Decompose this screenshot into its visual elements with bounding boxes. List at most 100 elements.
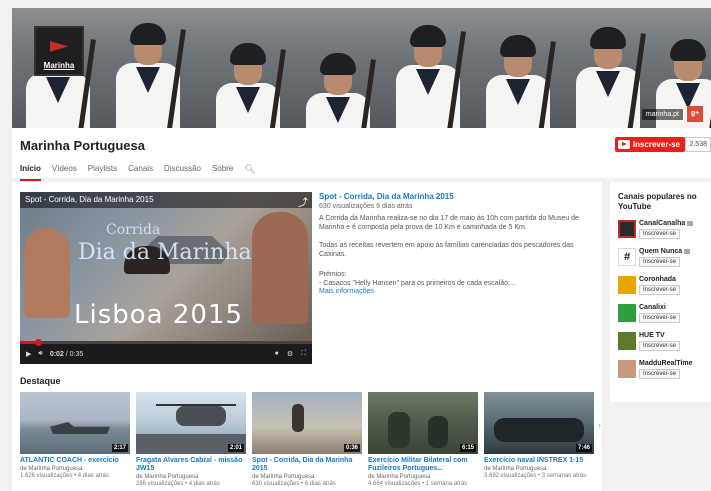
duration-badge: 0:36 — [343, 444, 360, 452]
video-thumbnail[interactable]: 6:15 — [368, 392, 478, 454]
tab-inicio[interactable]: Início — [20, 164, 41, 181]
video-card-meta: 630 visualizações • 6 dias atrás — [252, 481, 336, 487]
video-meta: 630 visualizações 6 dias atrás — [319, 203, 413, 210]
video-card-channel[interactable]: de Marinha Portuguesa — [484, 466, 594, 472]
video-description: Todas as receitas revertem em apoio às f… — [319, 242, 574, 258]
google-plus-icon[interactable]: g+ — [687, 106, 703, 122]
tab-videos[interactable]: Vídeos — [52, 164, 77, 179]
tab-discussao[interactable]: Discussão — [164, 164, 201, 179]
video-card-title[interactable]: ATLANTIC COACH - exercício — [20, 457, 130, 465]
channel-avatar[interactable] — [618, 220, 636, 238]
channel-title[interactable]: Marinha Portuguesa — [20, 138, 145, 153]
subscribe-label: Inscrever-se — [632, 140, 680, 149]
channel-name[interactable]: MadduRealTime — [639, 360, 693, 367]
banner-figure — [392, 25, 466, 128]
subscriber-count: 2.538 — [685, 137, 711, 152]
channel-name[interactable]: Coronhada — [639, 276, 676, 283]
channel-subscribe-button[interactable]: Inscrever-se — [639, 341, 681, 351]
channel-avatar[interactable] — [618, 360, 636, 378]
verified-icon — [684, 248, 691, 254]
video-overlay-text: Dia da Marinha — [78, 240, 252, 265]
video-card-title[interactable]: Fragata Alvares Cabral - missão JW15 — [136, 457, 246, 473]
video-thumbnail[interactable]: 2:01 — [136, 392, 246, 454]
subscribe-button[interactable]: Inscrever-se — [614, 137, 685, 152]
player-controls: ▶ 🔊︎ 0:02 / 0:35 ● ⚙ ⛶ — [20, 339, 312, 364]
video-card[interactable]: 2:17 ATLANTIC COACH - exercício de Marin… — [20, 392, 130, 487]
video-thumbnail[interactable]: 2:17 — [20, 392, 130, 454]
tab-playlists[interactable]: Playlists — [88, 164, 117, 179]
video-title-link[interactable]: Spot - Corrida, Dia da Marinha 2015 — [319, 192, 595, 201]
video-card-channel[interactable]: de Marinha Portuguesa — [368, 474, 478, 480]
video-info: Spot - Corrida, Dia da Marinha 2015 630 … — [319, 192, 595, 295]
video-thumbnail[interactable]: 7:46 — [484, 392, 594, 454]
video-card[interactable]: 6:15 Exercício Militar Bilateral com Fuz… — [368, 392, 478, 487]
channel-header: Marinha Portuguesa Inscrever-se 2.538 In… — [12, 128, 711, 181]
duration-badge: 2:01 — [227, 444, 244, 452]
progress-bar[interactable] — [20, 339, 312, 346]
video-card-channel[interactable]: de Marinha Portuguesa — [136, 474, 246, 480]
video-card-meta: 4.664 visualizações • 1 semana atrás — [368, 481, 468, 487]
banner-website-link[interactable]: marinha.pt — [641, 109, 683, 120]
banner-figure — [112, 23, 186, 128]
channel-name[interactable]: Quem Nunca — [639, 248, 691, 255]
play-icon[interactable]: ▶ — [26, 350, 31, 358]
banner-figure — [572, 27, 646, 128]
banner-figure — [302, 53, 376, 128]
fullscreen-icon[interactable]: ⛶ — [301, 350, 306, 358]
more-info-link[interactable]: Mais informações — [319, 288, 595, 295]
volume-icon[interactable]: 🔊︎ — [38, 350, 42, 358]
sidebar-title: Canais populares no YouTube — [618, 192, 697, 211]
video-overlay-text: Lisboa 2015 — [74, 300, 244, 330]
channel-item[interactable]: CanalCanalha Inscrever-se — [618, 220, 710, 242]
main-content: Spot - Corrida, Dia da Marinha 2015 ⤴ Co… — [12, 182, 602, 491]
duration-badge: 7:46 — [575, 444, 592, 452]
video-card-channel[interactable]: de Marinha Portuguesa — [20, 466, 130, 472]
video-card[interactable]: 2:01 Fragata Alvares Cabral - missão JW1… — [136, 392, 246, 487]
featured-shelf: 2:17 ATLANTIC COACH - exercício de Marin… — [20, 392, 594, 487]
banner-figure — [482, 35, 556, 128]
player-title[interactable]: Spot - Corrida, Dia da Marinha 2015 — [20, 192, 312, 208]
verified-icon — [687, 220, 694, 226]
channel-name[interactable]: Canalixi — [639, 304, 666, 311]
tab-sobre[interactable]: Sobre — [212, 164, 233, 179]
channel-subscribe-button[interactable]: Inscrever-se — [639, 369, 681, 379]
video-card[interactable]: 0:36 Spot - Corrida, Dia da Marinha 2015… — [252, 392, 362, 487]
channel-item[interactable]: Canalixi Inscrever-se — [618, 304, 710, 326]
search-icon[interactable]: 🔍︎ — [244, 164, 255, 179]
video-card-channel[interactable]: de Marinha Portuguesa — [252, 474, 362, 480]
video-card-title[interactable]: Exercício naval INSTREX 1-15 — [484, 457, 594, 465]
channel-item[interactable]: Coronhada Inscrever-se — [618, 276, 710, 298]
channel-avatar[interactable]: # — [618, 248, 636, 266]
channel-item[interactable]: # Quem Nunca Inscrever-se — [618, 248, 710, 270]
video-thumbnail[interactable]: 0:36 — [252, 392, 362, 454]
channel-subscribe-button[interactable]: Inscrever-se — [639, 313, 681, 323]
duration-badge: 6:15 — [459, 444, 476, 452]
channel-name[interactable]: HUE TV — [639, 332, 665, 339]
channel-subscribe-button[interactable]: Inscrever-se — [639, 257, 681, 267]
channel-logo[interactable]: Marinha — [34, 26, 84, 76]
channel-avatar[interactable] — [618, 304, 636, 322]
channel-subscribe-button[interactable]: Inscrever-se — [639, 229, 681, 239]
popular-channels: Canais populares no YouTube CanalCanalha… — [610, 182, 711, 402]
channel-avatar[interactable] — [618, 276, 636, 294]
channel-item[interactable]: MadduRealTime Inscrever-se — [618, 360, 710, 382]
flag-icon — [50, 41, 68, 52]
video-description: - Casacos "Helly Hansen" para os primeir… — [319, 280, 516, 287]
featured-title[interactable]: Destaque — [20, 376, 61, 386]
video-card[interactable]: 7:46 Exercício naval INSTREX 1-15 de Mar… — [484, 392, 594, 487]
youtube-icon — [617, 140, 630, 149]
logo-text: Marinha — [43, 61, 75, 70]
channel-name[interactable]: CanalCanalha — [639, 220, 694, 227]
video-player[interactable]: Spot - Corrida, Dia da Marinha 2015 ⤴ Co… — [20, 192, 312, 364]
video-description: A Corrida da Marinha realiza-se no dia 1… — [319, 215, 579, 231]
share-icon[interactable]: ⤴ — [298, 194, 308, 209]
video-card-title[interactable]: Exercício Militar Bilateral com Fuzileir… — [368, 457, 478, 473]
tab-canais[interactable]: Canais — [128, 164, 153, 179]
annotations-icon[interactable]: ● — [275, 350, 279, 358]
chevron-right-icon[interactable]: › — [598, 420, 606, 434]
channel-item[interactable]: HUE TV Inscrever-se — [618, 332, 710, 354]
settings-icon[interactable]: ⚙ — [287, 350, 293, 358]
channel-subscribe-button[interactable]: Inscrever-se — [639, 285, 681, 295]
video-card-title[interactable]: Spot - Corrida, Dia da Marinha 2015 — [252, 457, 362, 473]
channel-avatar[interactable] — [618, 332, 636, 350]
